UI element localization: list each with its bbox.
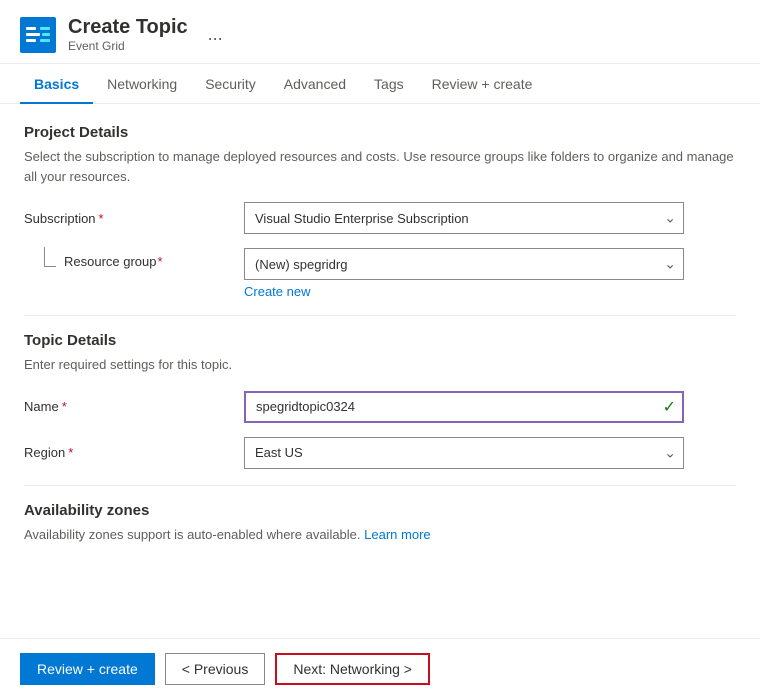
more-options-button[interactable]: ... — [208, 24, 223, 45]
main-content: Project Details Select the subscription … — [0, 104, 760, 612]
name-required: * — [62, 399, 67, 414]
project-details-description: Select the subscription to manage deploy… — [24, 147, 736, 186]
topic-details-description: Enter required settings for this topic. — [24, 355, 736, 375]
tab-review-create[interactable]: Review + create — [418, 66, 547, 104]
page-header: Create Topic Event Grid ... — [0, 0, 760, 64]
subscription-label: Subscription * — [24, 211, 244, 226]
divider-1 — [24, 315, 736, 316]
footer: Review + create < Previous Next: Network… — [0, 638, 760, 698]
subscription-control: Visual Studio Enterprise Subscription ⌄ — [244, 202, 684, 234]
resource-group-select[interactable]: (New) spegridrg — [244, 248, 684, 280]
resource-group-control: (New) spegridrg ⌄ — [244, 248, 684, 280]
previous-button[interactable]: < Previous — [165, 653, 266, 685]
region-select-wrapper: East US ⌄ — [244, 437, 684, 469]
region-control: East US ⌄ — [244, 437, 684, 469]
availability-zones-description: Availability zones support is auto-enabl… — [24, 525, 736, 545]
subscription-select-wrapper: Visual Studio Enterprise Subscription ⌄ — [244, 202, 684, 234]
tab-tags[interactable]: Tags — [360, 66, 418, 104]
region-row: Region * East US ⌄ — [24, 437, 736, 469]
region-label: Region * — [24, 445, 244, 460]
create-new-link[interactable]: Create new — [244, 284, 736, 299]
learn-more-link[interactable]: Learn more — [364, 527, 430, 542]
next-networking-button[interactable]: Next: Networking > — [275, 653, 430, 685]
name-valid-icon: ✓ — [663, 397, 676, 417]
subscription-select[interactable]: Visual Studio Enterprise Subscription — [244, 202, 684, 234]
tree-line-icon — [44, 247, 56, 267]
resource-group-required: * — [158, 254, 163, 269]
resource-group-select-wrapper: (New) spegridrg ⌄ — [244, 248, 684, 280]
region-required: * — [68, 445, 73, 460]
availability-zones-title: Availability zones — [24, 502, 736, 519]
project-details-title: Project Details — [24, 124, 736, 141]
topic-details-title: Topic Details — [24, 332, 736, 349]
page-subtitle: Event Grid — [68, 39, 188, 53]
name-label: Name * — [24, 399, 244, 414]
resource-group-row: Resource group * (New) spegridrg ⌄ — [24, 248, 736, 280]
subscription-row: Subscription * Visual Studio Enterprise … — [24, 202, 736, 234]
header-text-group: Create Topic Event Grid — [68, 16, 188, 53]
tab-bar: Basics Networking Security Advanced Tags… — [0, 66, 760, 104]
tab-advanced[interactable]: Advanced — [270, 66, 360, 104]
name-row: Name * ✓ — [24, 391, 736, 423]
tab-basics[interactable]: Basics — [20, 66, 93, 104]
resource-group-label: Resource group — [64, 254, 157, 269]
page-title: Create Topic — [68, 16, 188, 39]
event-grid-icon — [20, 17, 56, 53]
subscription-required: * — [99, 211, 104, 226]
tab-networking[interactable]: Networking — [93, 66, 191, 104]
resource-group-tree-indent: Resource group * — [24, 248, 244, 269]
region-select[interactable]: East US — [244, 437, 684, 469]
divider-2 — [24, 485, 736, 486]
tab-security[interactable]: Security — [191, 66, 270, 104]
name-input-wrapper: ✓ — [244, 391, 684, 423]
name-control: ✓ — [244, 391, 684, 423]
review-create-button[interactable]: Review + create — [20, 653, 155, 685]
name-input[interactable] — [244, 391, 684, 423]
